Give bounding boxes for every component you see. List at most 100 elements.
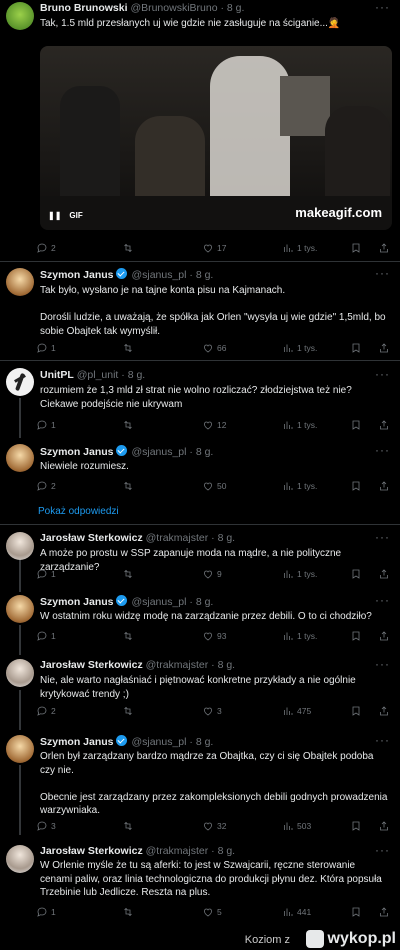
pause-icon[interactable]: ❚❚: [48, 211, 61, 220]
like-button[interactable]: 3: [202, 704, 222, 718]
tweet[interactable]: Szymon Janus @sjanus_pl · 8 g. ··· Niewi…: [0, 440, 400, 500]
avatar[interactable]: [6, 268, 34, 296]
reply-button[interactable]: 2: [36, 704, 56, 718]
retweet-button[interactable]: [122, 341, 137, 355]
author-handle[interactable]: @sjanus_pl: [131, 736, 186, 748]
tweet-time[interactable]: · 8 g.: [189, 736, 213, 748]
reply-button[interactable]: 3: [36, 819, 56, 833]
show-replies-link[interactable]: Pokaż odpowiedzi: [38, 506, 119, 517]
author-handle[interactable]: @sjanus_pl: [131, 269, 186, 281]
bookmark-button[interactable]: [350, 629, 362, 643]
author-name[interactable]: Jarosław Sterkowicz: [40, 845, 143, 857]
more-options-icon[interactable]: ···: [375, 593, 390, 607]
author-handle[interactable]: @pl_unit: [77, 369, 119, 381]
like-button[interactable]: 9: [202, 567, 222, 581]
author-name[interactable]: Szymon Janus: [40, 269, 114, 281]
views-button[interactable]: 503: [282, 819, 311, 833]
views-button[interactable]: 1 tys.: [282, 341, 317, 355]
retweet-button[interactable]: [122, 567, 137, 581]
author-name[interactable]: Szymon Janus: [40, 446, 114, 458]
avatar[interactable]: [6, 735, 34, 763]
like-button[interactable]: 66: [202, 341, 226, 355]
reply-button[interactable]: 1: [36, 905, 56, 919]
author-name[interactable]: Szymon Janus: [40, 736, 114, 748]
like-button[interactable]: 17: [202, 241, 226, 255]
share-button[interactable]: [378, 479, 390, 493]
tweet[interactable]: Bruno Brunowski @BrunowskiBruno · 8 g. ·…: [0, 0, 400, 262]
footer-user[interactable]: Koziom: [245, 934, 282, 946]
share-button[interactable]: [378, 704, 390, 718]
tweet[interactable]: Jarosław Sterkowicz @trakmajster · 8 g. …: [0, 840, 400, 926]
tweet[interactable]: Jarosław Sterkowicz @trakmajster · 8 g. …: [0, 527, 400, 587]
tweet[interactable]: Szymon Janus @sjanus_pl · 8 g. ··· Tak b…: [0, 263, 400, 361]
bookmark-button[interactable]: [350, 479, 362, 493]
retweet-button[interactable]: [122, 241, 137, 255]
more-options-icon[interactable]: ···: [375, 367, 390, 381]
avatar[interactable]: [6, 595, 34, 623]
views-button[interactable]: 1 tys.: [282, 479, 317, 493]
share-button[interactable]: [378, 819, 390, 833]
tweet-time[interactable]: · 8 g.: [211, 532, 235, 544]
reply-button[interactable]: 1: [36, 629, 56, 643]
tweet-time[interactable]: · 8 g.: [121, 369, 145, 381]
retweet-button[interactable]: [122, 479, 137, 493]
bookmark-button[interactable]: [350, 819, 362, 833]
avatar[interactable]: [6, 2, 34, 30]
author-name[interactable]: Szymon Janus: [40, 596, 114, 608]
author-handle[interactable]: @sjanus_pl: [131, 446, 186, 458]
avatar[interactable]: [6, 368, 34, 396]
avatar[interactable]: [6, 444, 34, 472]
tweet-time[interactable]: · 8 g.: [220, 2, 244, 14]
views-button[interactable]: 441: [282, 905, 311, 919]
author-name[interactable]: Bruno Brunowski: [40, 2, 128, 14]
author-handle[interactable]: @trakmajster: [146, 659, 209, 671]
like-button[interactable]: 12: [202, 418, 226, 432]
tweet[interactable]: Jarosław Sterkowicz @trakmajster · 8 g. …: [0, 654, 400, 726]
tweet-time[interactable]: · 8 g.: [211, 659, 235, 671]
tweet-time[interactable]: · 8 g.: [211, 845, 235, 857]
more-options-icon[interactable]: ···: [375, 657, 390, 671]
bookmark-button[interactable]: [350, 418, 362, 432]
more-options-icon[interactable]: ···: [375, 266, 390, 280]
share-button[interactable]: [378, 418, 390, 432]
views-button[interactable]: 1 tys.: [282, 241, 317, 255]
reply-button[interactable]: 1: [36, 567, 56, 581]
avatar[interactable]: [6, 532, 34, 560]
bookmark-button[interactable]: [350, 567, 362, 581]
more-options-icon[interactable]: ···: [375, 0, 390, 14]
views-button[interactable]: 1 tys.: [282, 567, 317, 581]
more-options-icon[interactable]: ···: [375, 443, 390, 457]
tweet[interactable]: UnitPL @pl_unit · 8 g. ··· rozumiem że 1…: [0, 362, 400, 434]
author-name[interactable]: Jarosław Sterkowicz: [40, 532, 143, 544]
bookmark-button[interactable]: [350, 905, 362, 919]
author-handle[interactable]: @trakmajster: [146, 845, 209, 857]
bookmark-button[interactable]: [350, 704, 362, 718]
reply-button[interactable]: 2: [36, 241, 56, 255]
tweet[interactable]: Szymon Janus @sjanus_pl · 8 g. ··· Orlen…: [0, 730, 400, 834]
author-handle[interactable]: @trakmajster: [146, 532, 209, 544]
views-button[interactable]: 1 tys.: [282, 418, 317, 432]
tweet-time[interactable]: · 8 g.: [189, 596, 213, 608]
more-options-icon[interactable]: ···: [375, 843, 390, 857]
gif-media[interactable]: ❚❚ GIF makeagif.com: [40, 46, 392, 230]
share-button[interactable]: [378, 341, 390, 355]
reply-button[interactable]: 2: [36, 479, 56, 493]
like-button[interactable]: 93: [202, 629, 226, 643]
bookmark-button[interactable]: [350, 241, 362, 255]
reply-button[interactable]: 1: [36, 341, 56, 355]
tweet[interactable]: Szymon Janus @sjanus_pl · 8 g. ··· W ost…: [0, 590, 400, 652]
views-button[interactable]: 1 tys.: [282, 629, 317, 643]
author-name[interactable]: UnitPL: [40, 369, 74, 381]
author-handle[interactable]: @sjanus_pl: [131, 596, 186, 608]
avatar[interactable]: [6, 845, 34, 873]
wykop-brand[interactable]: wykop.pl: [305, 930, 396, 948]
share-button[interactable]: [378, 567, 390, 581]
retweet-button[interactable]: [122, 819, 137, 833]
retweet-button[interactable]: [122, 629, 137, 643]
author-name[interactable]: Jarosław Sterkowicz: [40, 659, 143, 671]
share-button[interactable]: [378, 241, 390, 255]
bookmark-button[interactable]: [350, 341, 362, 355]
retweet-button[interactable]: [122, 418, 137, 432]
like-button[interactable]: 5: [202, 905, 222, 919]
avatar[interactable]: [6, 659, 34, 687]
